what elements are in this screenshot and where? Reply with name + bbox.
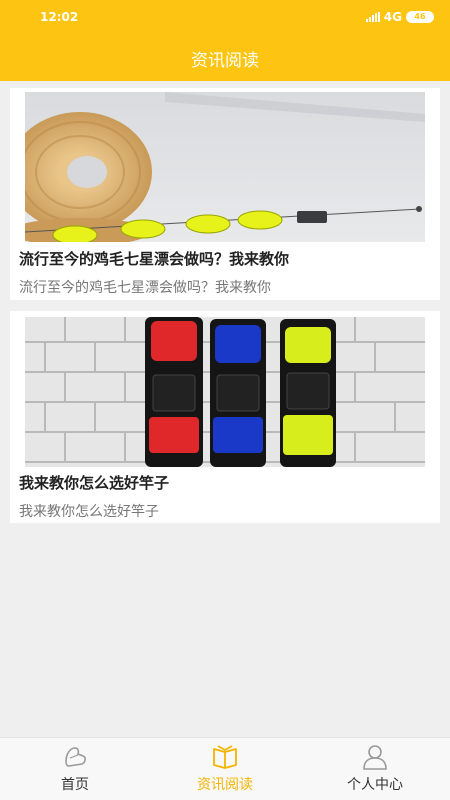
tab-profile-label: 个人中心: [347, 777, 403, 793]
app-header: 12:02 4G 46 资讯阅读: [0, 0, 450, 81]
article-card[interactable]: 流行至今的鸡毛七星漂会做吗？我来教你 流行至今的鸡毛七星漂会做吗？我来教你: [10, 88, 440, 300]
bottom-tab-bar: 首页 资讯阅读 个人中心: [0, 737, 450, 800]
network-type: 4G: [383, 10, 402, 24]
status-right: 4G 46: [365, 10, 434, 24]
fishing-float-photo: [25, 92, 425, 242]
article-card[interactable]: 我来教你怎么选好竿子 我来教你怎么选好竿子: [10, 311, 440, 523]
signal-icon: [365, 12, 380, 22]
person-icon: [361, 744, 389, 774]
book-icon: [211, 744, 239, 774]
tab-news-reading-label: 资讯阅读: [197, 777, 253, 793]
rod-bags-photo: [25, 317, 425, 467]
tab-news-reading[interactable]: 资讯阅读: [150, 738, 300, 800]
tab-home[interactable]: 首页: [0, 738, 150, 800]
tab-home-label: 首页: [61, 777, 89, 793]
article-summary: 我来教你怎么选好竿子: [19, 504, 159, 520]
tab-profile[interactable]: 个人中心: [300, 738, 450, 800]
article-image[interactable]: [25, 92, 425, 242]
article-summary: 流行至今的鸡毛七星漂会做吗？我来教你: [19, 280, 271, 296]
battery-icon: 46: [406, 11, 434, 23]
status-bar: 12:02 4G 46: [0, 0, 450, 34]
article-image[interactable]: [25, 317, 425, 467]
article-title[interactable]: 我来教你怎么选好竿子: [19, 472, 169, 493]
shoe-icon: [61, 744, 89, 774]
article-title[interactable]: 流行至今的鸡毛七星漂会做吗？我来教你: [19, 248, 289, 269]
status-time: 12:02: [40, 10, 79, 24]
page-title: 资讯阅读: [191, 51, 259, 71]
